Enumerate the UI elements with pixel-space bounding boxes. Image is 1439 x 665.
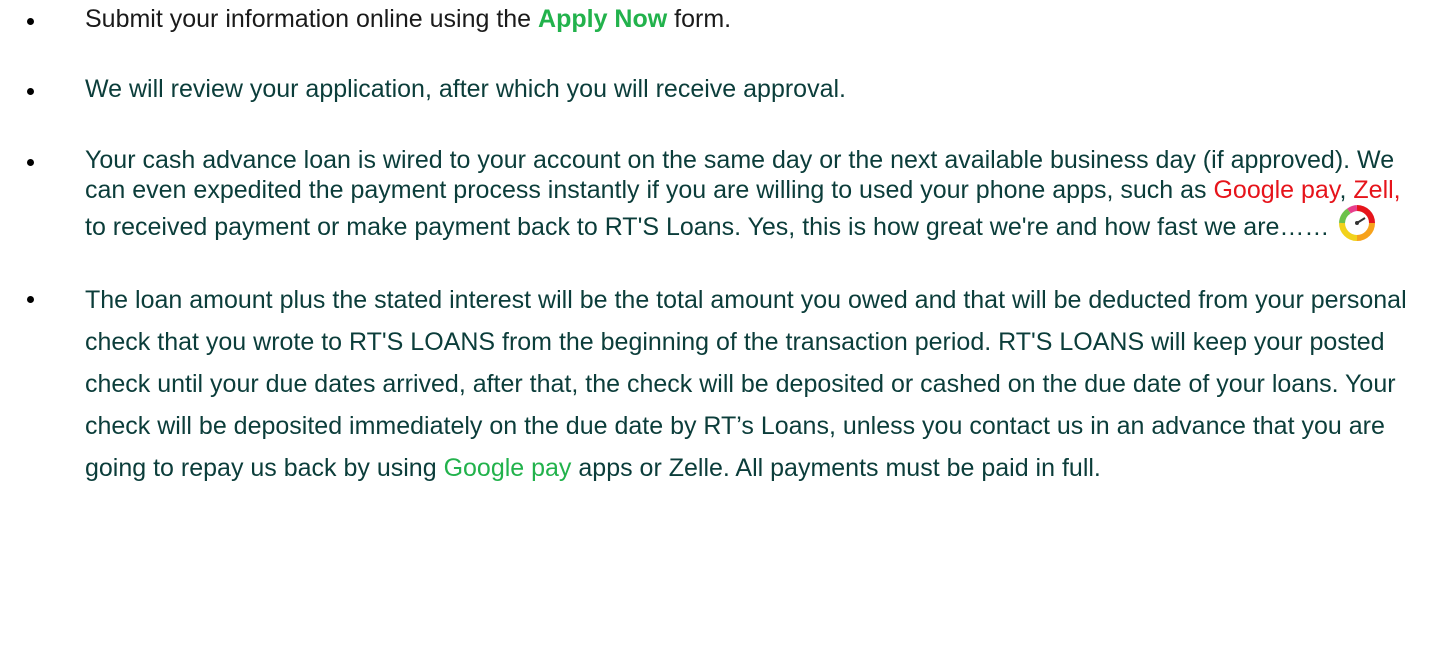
step-text: We will review your application, after w… xyxy=(85,75,846,103)
step-text: The loan amount plus the stated interest… xyxy=(85,279,1415,489)
step-4-part1: The loan amount plus the stated interest… xyxy=(85,286,1407,482)
step-3-part2: to received payment or make payment back… xyxy=(85,213,1330,241)
bullet-icon xyxy=(27,18,34,25)
step-1-pre: Submit your information online using the xyxy=(85,5,539,33)
speedometer-gauge-icon xyxy=(1339,205,1376,241)
bullet-icon xyxy=(27,296,34,303)
step-3-part1: Your cash advance loan is wired to your … xyxy=(85,146,1395,204)
step-text: Your cash advance loan is wired to your … xyxy=(85,145,1415,242)
apply-now-link[interactable]: Apply Now xyxy=(538,5,667,33)
step-3-sep: , xyxy=(1339,176,1354,204)
google-pay-text: Google pay xyxy=(1213,176,1340,204)
step-4-part2: apps or Zelle. All payments must be paid… xyxy=(571,454,1101,482)
step-1-post: form. xyxy=(667,5,732,33)
bullet-icon xyxy=(27,88,34,95)
google-pay-green-text: Google pay xyxy=(443,454,572,482)
zell-text: Zell, xyxy=(1353,176,1401,204)
bullet-icon xyxy=(27,159,34,166)
step-text: Submit your information online using the… xyxy=(85,4,1415,34)
